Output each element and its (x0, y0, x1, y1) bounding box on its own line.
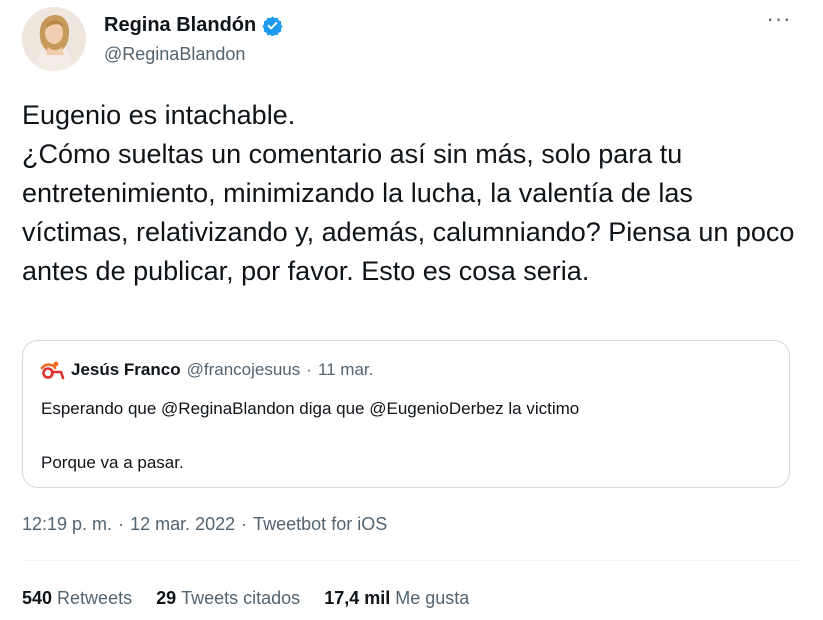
tweet-text: Eugenio es intachable. ¿Cómo sueltas un … (22, 100, 795, 286)
author-display-name[interactable]: Regina Blandón (104, 14, 256, 37)
quoted-text-line: Porque va a pasar. (41, 453, 184, 472)
quoted-avatar-icon (40, 361, 65, 380)
quoted-author-handle: @francojesuus (186, 360, 301, 379)
likes-stat[interactable]: 17,4 mil Me gusta (324, 588, 469, 609)
retweets-count: 540 (22, 588, 53, 608)
likes-count: 17,4 mil (324, 588, 391, 608)
meta-separator: · (118, 514, 125, 534)
likes-label: Me gusta (395, 588, 470, 608)
quoted-separator: · (306, 360, 312, 379)
tweet-date[interactable]: 12 mar. 2022 (130, 514, 235, 535)
avatar-photo-icon (22, 7, 86, 71)
quoted-header: Jesús Franco @francojesuus · 11 mar. (39, 359, 373, 381)
author-avatar[interactable] (22, 7, 86, 71)
quoted-tweet[interactable]: Jesús Franco @francojesuus · 11 mar. Esp… (22, 340, 790, 488)
tweet-source[interactable]: Tweetbot for iOS (253, 514, 387, 535)
tweet-meta: 12:19 p. m. · 12 mar. 2022 · Tweetbot fo… (22, 514, 387, 535)
verified-badge-icon (262, 16, 283, 36)
retweets-stat[interactable]: 540 Retweets (22, 588, 132, 609)
tweet: Regina Blandón @ReginaBlandon ··· Eugeni… (0, 0, 823, 620)
tweet-time[interactable]: 12:19 p. m. (22, 514, 112, 535)
more-options-icon[interactable]: ··· (764, 6, 794, 36)
quoted-date: 11 mar. (317, 360, 374, 379)
quoted-text-line: Esperando que @ReginaBlandon diga que @E… (41, 399, 580, 418)
divider (22, 560, 800, 561)
meta-separator: · (241, 514, 248, 534)
author-handle[interactable]: @ReginaBlandon (104, 44, 245, 65)
quote-tweets-label: Tweets citados (181, 588, 301, 608)
retweets-label: Retweets (57, 588, 133, 608)
author-name-row: Regina Blandón (104, 14, 283, 37)
quoted-author-name: Jesús Franco (71, 360, 181, 379)
quote-tweets-count: 29 (156, 588, 177, 608)
tweet-stats: 540 Retweets 29 Tweets citados 17,4 mil … (22, 588, 469, 609)
quote-tweets-stat[interactable]: 29 Tweets citados (156, 588, 300, 609)
